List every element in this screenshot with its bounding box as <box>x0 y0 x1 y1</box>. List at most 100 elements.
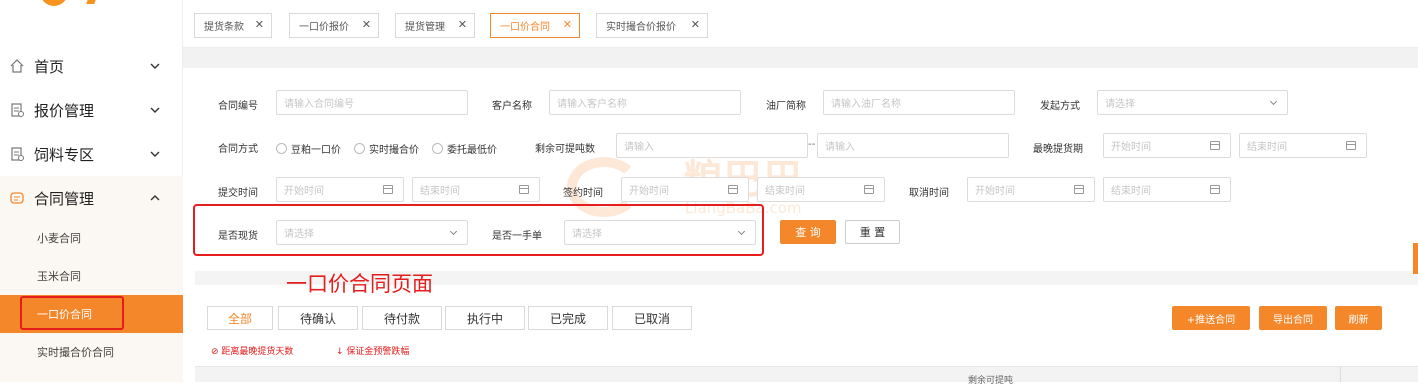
input-placeholder: 开始时间 <box>284 186 324 197</box>
chevron-down-icon <box>737 227 746 236</box>
factory-label: 油厂简称 <box>766 101 806 112</box>
input-placeholder: 请输入油厂名称 <box>831 99 901 110</box>
method-radio-realtime[interactable]: 实时撮合价 <box>354 141 419 156</box>
sidebar-subitem-label: 玉米合同 <box>37 270 81 283</box>
tab-fixed-price-quote[interactable]: 一口价报价 ✕ <box>289 13 379 38</box>
chevron-down-icon <box>1269 97 1278 106</box>
sidebar-item-home[interactable]: 首页 <box>0 44 183 88</box>
close-icon[interactable]: ✕ <box>362 19 371 31</box>
close-icon[interactable]: ✕ <box>563 19 572 31</box>
chevron-down-icon <box>148 103 162 117</box>
input-placeholder: 结束时间 <box>420 186 460 197</box>
sign-time-label: 签约时间 <box>563 188 603 199</box>
side-drawer-handle[interactable] <box>1413 243 1418 274</box>
customer-label: 客户名称 <box>492 101 532 112</box>
contract-icon <box>9 190 25 206</box>
refresh-button[interactable]: 刷新 <box>1335 306 1382 330</box>
annotation-highlight-box <box>20 296 124 330</box>
close-icon[interactable]: ✕ <box>255 19 264 31</box>
spot-select[interactable]: 请选择 <box>276 220 468 245</box>
tab-label: 一口价报价 <box>299 22 349 33</box>
sign-time-end-input[interactable]: 结束时间 <box>757 177 885 202</box>
initiate-select[interactable]: 请选择 <box>1097 90 1288 115</box>
export-contract-button[interactable]: 导出合同 <box>1259 306 1327 330</box>
deadline-note: ⊘ 距离最晚提货天数 <box>211 347 294 357</box>
sidebar-item-label: 合同管理 <box>34 189 95 208</box>
tabs-bar: 提货条款 ✕ 一口价报价 ✕ 提货管理 ✕ 一口价合同 ✕ 实时撮合价报价 ✕ <box>183 0 1418 48</box>
tab-label: 一口价合同 <box>500 22 550 33</box>
contract-no-input[interactable]: 请输入合同编号 <box>276 90 468 115</box>
first-hand-label: 是否一手单 <box>492 231 542 242</box>
table-header-cell: 剩余可提吨 <box>968 376 1014 386</box>
document-icon <box>9 102 25 118</box>
chevron-down-icon <box>449 227 458 236</box>
input-placeholder: 结束时间 <box>1111 186 1151 197</box>
reset-button[interactable]: 重 置 <box>845 220 900 244</box>
submit-time-start-input[interactable]: 开始时间 <box>276 177 404 202</box>
tab-pickup-management[interactable]: 提货管理 ✕ <box>395 13 475 38</box>
chevron-down-icon <box>148 147 162 161</box>
latest-pickup-start-input[interactable]: 开始时间 <box>1103 133 1231 158</box>
sidebar-item-label: 饲料专区 <box>34 145 95 164</box>
method-radio-entrust[interactable]: 委托最低价 <box>432 141 497 156</box>
cancel-time-label: 取消时间 <box>909 188 949 199</box>
first-hand-select[interactable]: 请选择 <box>564 220 756 245</box>
sidebar-item-quote-management[interactable]: 报价管理 <box>0 88 183 132</box>
push-contract-button[interactable]: +推送合同 <box>1172 306 1250 330</box>
sidebar-item-feed-zone[interactable]: 饲料专区 <box>0 132 183 176</box>
sidebar-subitem-corn-contract[interactable]: 玉米合同 <box>0 257 183 295</box>
method-radio-fixed[interactable]: 豆粕一口价 <box>276 141 341 156</box>
sign-time-start-input[interactable]: 开始时间 <box>621 177 749 202</box>
status-tab-cancelled[interactable]: 已取消 <box>612 306 692 330</box>
radio-circle <box>276 143 287 154</box>
table-column-divider <box>1340 366 1341 382</box>
submit-time-label: 提交时间 <box>218 188 258 199</box>
latest-pickup-end-input[interactable]: 结束时间 <box>1239 133 1367 158</box>
calendar-icon <box>1210 185 1220 194</box>
status-tab-completed[interactable]: 已完成 <box>528 306 608 330</box>
input-placeholder: 请选择 <box>572 229 602 240</box>
close-icon[interactable]: ✕ <box>458 19 467 31</box>
status-tab-all[interactable]: 全部 <box>207 306 273 330</box>
tab-fixed-price-contract[interactable]: 一口价合同 ✕ <box>490 13 580 38</box>
close-icon[interactable]: ✕ <box>691 19 700 31</box>
calendar-icon <box>864 185 874 194</box>
method-label: 合同方式 <box>218 144 258 155</box>
calendar-icon <box>383 185 393 194</box>
cancel-time-end-input[interactable]: 结束时间 <box>1103 177 1231 202</box>
spot-label: 是否现货 <box>218 231 258 242</box>
sidebar-item-contract-management[interactable]: 合同管理 <box>0 176 183 220</box>
logo <box>40 0 68 6</box>
sidebar-subitem-label: 小麦合同 <box>37 232 81 245</box>
sidebar-subitem-realtime-contract[interactable]: 实时撮合价合同 <box>0 333 183 371</box>
divider-strip <box>183 48 1418 68</box>
factory-input[interactable]: 请输入油厂名称 <box>823 90 1015 115</box>
calendar-icon <box>1210 141 1220 150</box>
status-tab-pending-payment[interactable]: 待付款 <box>362 306 442 330</box>
sidebar: 首页 报价管理 饲料专区 合同管理 小麦合同 玉米合同 一口价合同 实时撮合价合… <box>0 0 183 382</box>
radio-label: 实时撮合价 <box>369 145 419 156</box>
margin-warning-note: ↓ 保证金预警跌幅 <box>336 347 410 357</box>
sidebar-subitem-wheat-contract[interactable]: 小麦合同 <box>0 219 183 257</box>
tab-pickup-terms[interactable]: 提货条款 ✕ <box>194 13 272 38</box>
submit-time-end-input[interactable]: 结束时间 <box>412 177 540 202</box>
query-button[interactable]: 查 询 <box>780 220 836 244</box>
remaining-to-input[interactable]: 请输入 <box>817 133 1009 158</box>
tab-realtime-quote[interactable]: 实时撮合价报价 ✕ <box>596 13 708 38</box>
home-icon <box>9 58 25 74</box>
input-placeholder: 请输入 <box>624 142 654 153</box>
input-placeholder: 结束时间 <box>1247 142 1287 153</box>
calendar-icon <box>1346 141 1356 150</box>
status-tab-pending-confirm[interactable]: 待确认 <box>278 306 358 330</box>
status-tab-executing[interactable]: 执行中 <box>445 306 525 330</box>
sidebar-item-label: 首页 <box>34 57 65 76</box>
cancel-time-start-input[interactable]: 开始时间 <box>967 177 1095 202</box>
tab-label: 提货条款 <box>204 22 244 33</box>
radio-label: 豆粕一口价 <box>291 145 341 156</box>
contract-no-label: 合同编号 <box>218 101 258 112</box>
input-placeholder: 请选择 <box>1105 99 1135 110</box>
remaining-from-input[interactable]: 请输入 <box>616 133 808 158</box>
input-placeholder: 开始时间 <box>629 186 669 197</box>
customer-input[interactable]: 请输入客户名称 <box>549 90 741 115</box>
input-placeholder: 结束时间 <box>765 186 805 197</box>
